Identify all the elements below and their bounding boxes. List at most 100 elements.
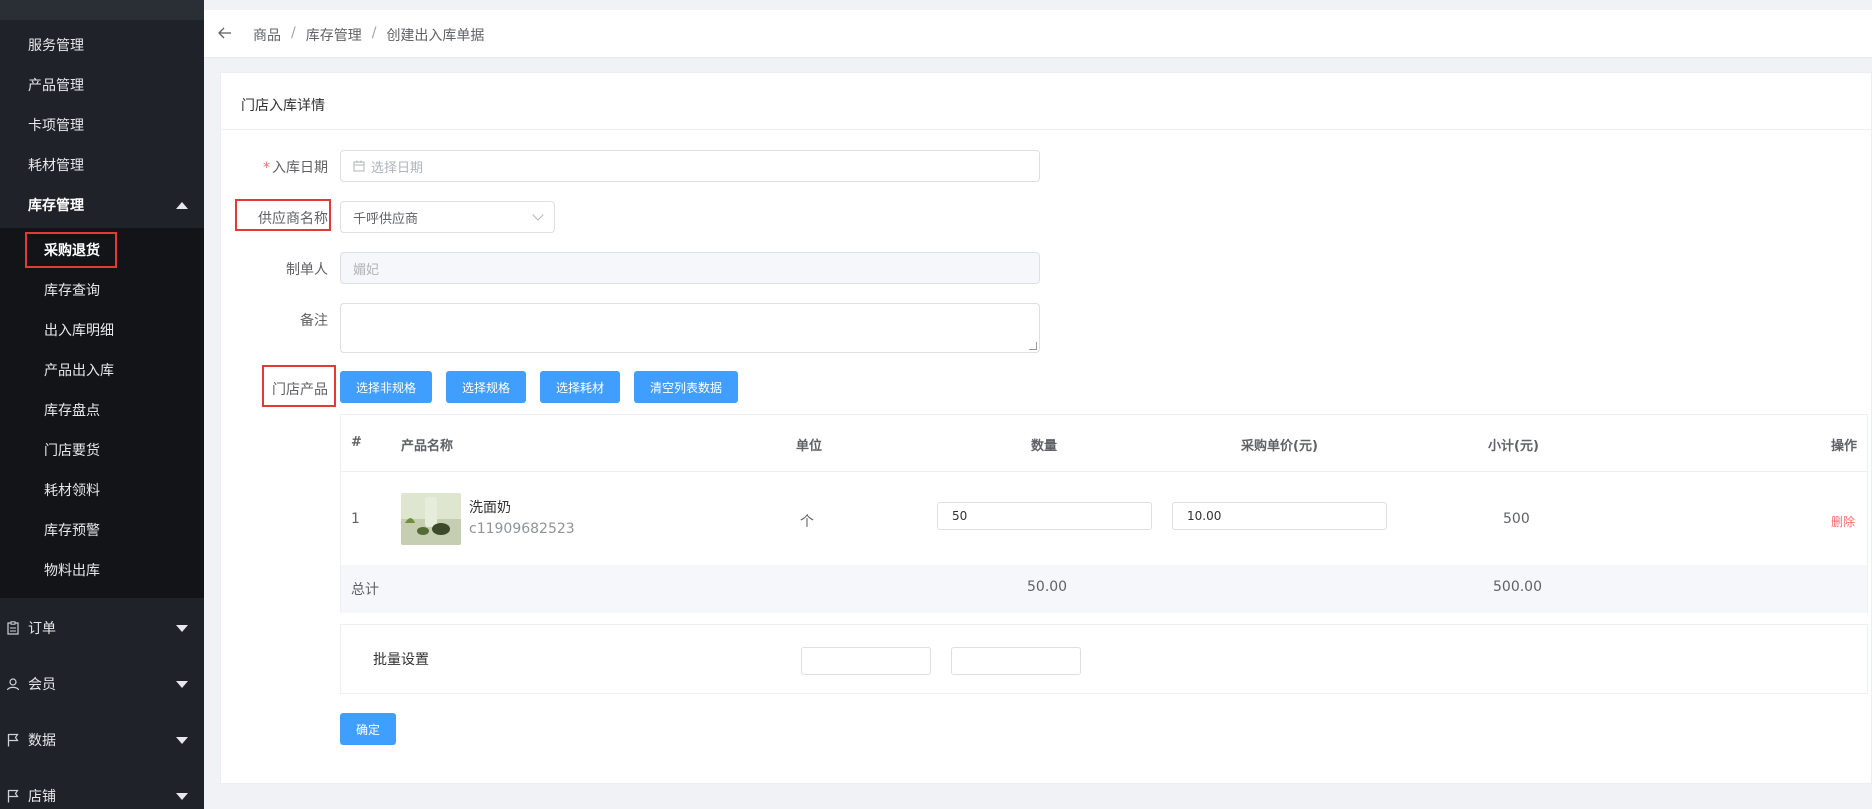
total-row: 总计 50.00 500.00 (341, 565, 1867, 613)
total-subtotal: 500.00 (1493, 579, 1542, 595)
sidebar-item-label: 库存管理 (28, 198, 84, 214)
clipboard-icon (6, 621, 20, 635)
creator-value: 媚妃 (353, 262, 380, 278)
sidebar-group-orders[interactable]: 订单 (0, 608, 204, 648)
clear-list-button[interactable]: 清空列表数据 (634, 371, 738, 403)
product-unit: 个 (800, 514, 814, 530)
col-header-unit: 单位 (796, 439, 823, 454)
batch-settings-panel: 批量设置 (340, 624, 1868, 694)
sidebar-group-label: 会员 (28, 677, 56, 693)
resize-handle-icon[interactable] (1029, 342, 1037, 350)
row-divider (341, 471, 1867, 472)
sidebar-item-label: 库存预警 (44, 523, 100, 539)
quantity-input[interactable]: 50 (937, 502, 1152, 530)
sidebar-item-label: 库存查询 (44, 283, 100, 299)
caret-up-icon (176, 201, 188, 209)
sidebar-item-label: 门店要货 (44, 443, 100, 459)
sidebar-item-label: 耗材管理 (28, 158, 84, 174)
col-header-quantity: 数量 (1031, 439, 1058, 454)
caret-down-icon (176, 624, 188, 632)
sidebar-subitem-product-io[interactable]: 产品出入库 (0, 350, 204, 390)
breadcrumb: 商品 / 库存管理 / 创建出入库单据 (253, 25, 484, 45)
breadcrumb-separator: / (291, 25, 296, 41)
col-header-name: 产品名称 (401, 439, 454, 454)
breadcrumb-separator: / (371, 25, 377, 41)
sidebar-item-label: 产品管理 (28, 78, 84, 94)
sidebar-item-product[interactable]: 产品管理 (0, 65, 204, 105)
batch-quantity-input[interactable] (801, 647, 931, 675)
sidebar-item-consumable[interactable]: 耗材管理 (0, 145, 204, 185)
row-index: 1 (351, 511, 360, 527)
sidebar-group-label: 订单 (28, 621, 56, 637)
date-picker[interactable]: 选择日期 (340, 150, 1040, 182)
page-header: 商品 / 库存管理 / 创建出入库单据 (204, 10, 1872, 58)
sidebar-item-card[interactable]: 卡项管理 (0, 105, 204, 145)
sidebar-item-label: 出入库明细 (44, 323, 114, 339)
sidebar-subitem-material-out[interactable]: 物料出库 (0, 550, 204, 590)
caret-down-icon (176, 736, 188, 744)
select-nonspec-button[interactable]: 选择非规格 (340, 371, 432, 403)
caret-down-icon (176, 680, 188, 688)
highlight-box (25, 232, 117, 268)
total-label: 总计 (351, 582, 379, 598)
remark-label: 备注 (300, 313, 328, 329)
sidebar-group-label: 数据 (28, 733, 56, 749)
product-name: 洗面奶 (469, 500, 511, 516)
sidebar-subitem-stocktake[interactable]: 库存盘点 (0, 390, 204, 430)
sidebar-group-data[interactable]: 数据 (0, 720, 204, 760)
sidebar-item-label: 耗材领料 (44, 483, 100, 499)
batch-label: 批量设置 (373, 652, 429, 668)
sidebar-subitem-io-detail[interactable]: 出入库明细 (0, 310, 204, 350)
confirm-button[interactable]: 确定 (340, 713, 396, 745)
delete-link[interactable]: 删除 (1831, 513, 1855, 530)
sidebar-subitem-stock-alert[interactable]: 库存预警 (0, 510, 204, 550)
col-header-index: # (351, 435, 362, 450)
sidebar-item-label: 服务管理 (28, 38, 84, 54)
sidebar-item-label: 产品出入库 (44, 363, 114, 379)
sidebar-item-label: 卡项管理 (28, 118, 84, 134)
sidebar-top-strip (0, 0, 204, 20)
sidebar-item-label: 物料出库 (44, 563, 100, 579)
card-title: 门店入库详情 (241, 98, 325, 114)
sidebar-group-members[interactable]: 会员 (0, 664, 204, 704)
product-thumbnail (401, 493, 461, 545)
caret-down-icon (176, 792, 188, 800)
sidebar-group-store[interactable]: 店铺 (0, 776, 204, 809)
sidebar-group-label: 店铺 (28, 789, 56, 805)
col-header-action: 操作 (1831, 439, 1858, 454)
select-consumable-button[interactable]: 选择耗材 (540, 371, 620, 403)
sidebar-item-label: 库存盘点 (44, 403, 100, 419)
required-mark: * (263, 160, 270, 176)
sidebar-subitem-material-pick[interactable]: 耗材领料 (0, 470, 204, 510)
row-subtotal: 500 (1503, 511, 1530, 527)
breadcrumb-item-inventory[interactable]: 库存管理 (306, 25, 362, 45)
remark-textarea[interactable] (340, 303, 1040, 353)
flag-icon (6, 789, 20, 803)
price-input[interactable]: 10.00 (1172, 502, 1387, 530)
sidebar-subitem-stock-query[interactable]: 库存查询 (0, 270, 204, 310)
breadcrumb-item-goods[interactable]: 商品 (253, 25, 281, 45)
sidebar-item-inventory[interactable]: 库存管理 (0, 185, 204, 225)
creator-label: 制单人 (286, 262, 328, 278)
creator-field: 媚妃 (340, 252, 1040, 284)
date-placeholder: 选择日期 (371, 160, 424, 176)
chevron-down-icon (532, 209, 544, 221)
highlight-box (235, 199, 331, 231)
sidebar-item-service[interactable]: 服务管理 (0, 25, 204, 65)
sidebar-subitem-store-request[interactable]: 门店要货 (0, 430, 204, 470)
highlight-box (262, 365, 336, 407)
col-header-price: 采购单价(元) (1241, 439, 1318, 454)
select-spec-button[interactable]: 选择规格 (446, 371, 526, 403)
supplier-select-value: 千呼供应商 (353, 211, 419, 227)
total-quantity: 50.00 (1027, 579, 1068, 595)
flag-icon (6, 733, 20, 747)
product-code: c11909682523 (469, 521, 575, 537)
calendar-icon (353, 160, 365, 172)
user-icon (6, 677, 20, 691)
back-arrow-icon[interactable] (218, 24, 232, 43)
supplier-select[interactable]: 千呼供应商 (340, 201, 555, 233)
col-header-subtotal: 小计(元) (1488, 439, 1539, 454)
products-table: # 产品名称 单位 数量 采购单价(元) 小计(元) 操作 1 洗面奶 c119… (340, 414, 1868, 613)
batch-price-input[interactable] (951, 647, 1081, 675)
date-label: * 入库日期 (228, 157, 328, 177)
